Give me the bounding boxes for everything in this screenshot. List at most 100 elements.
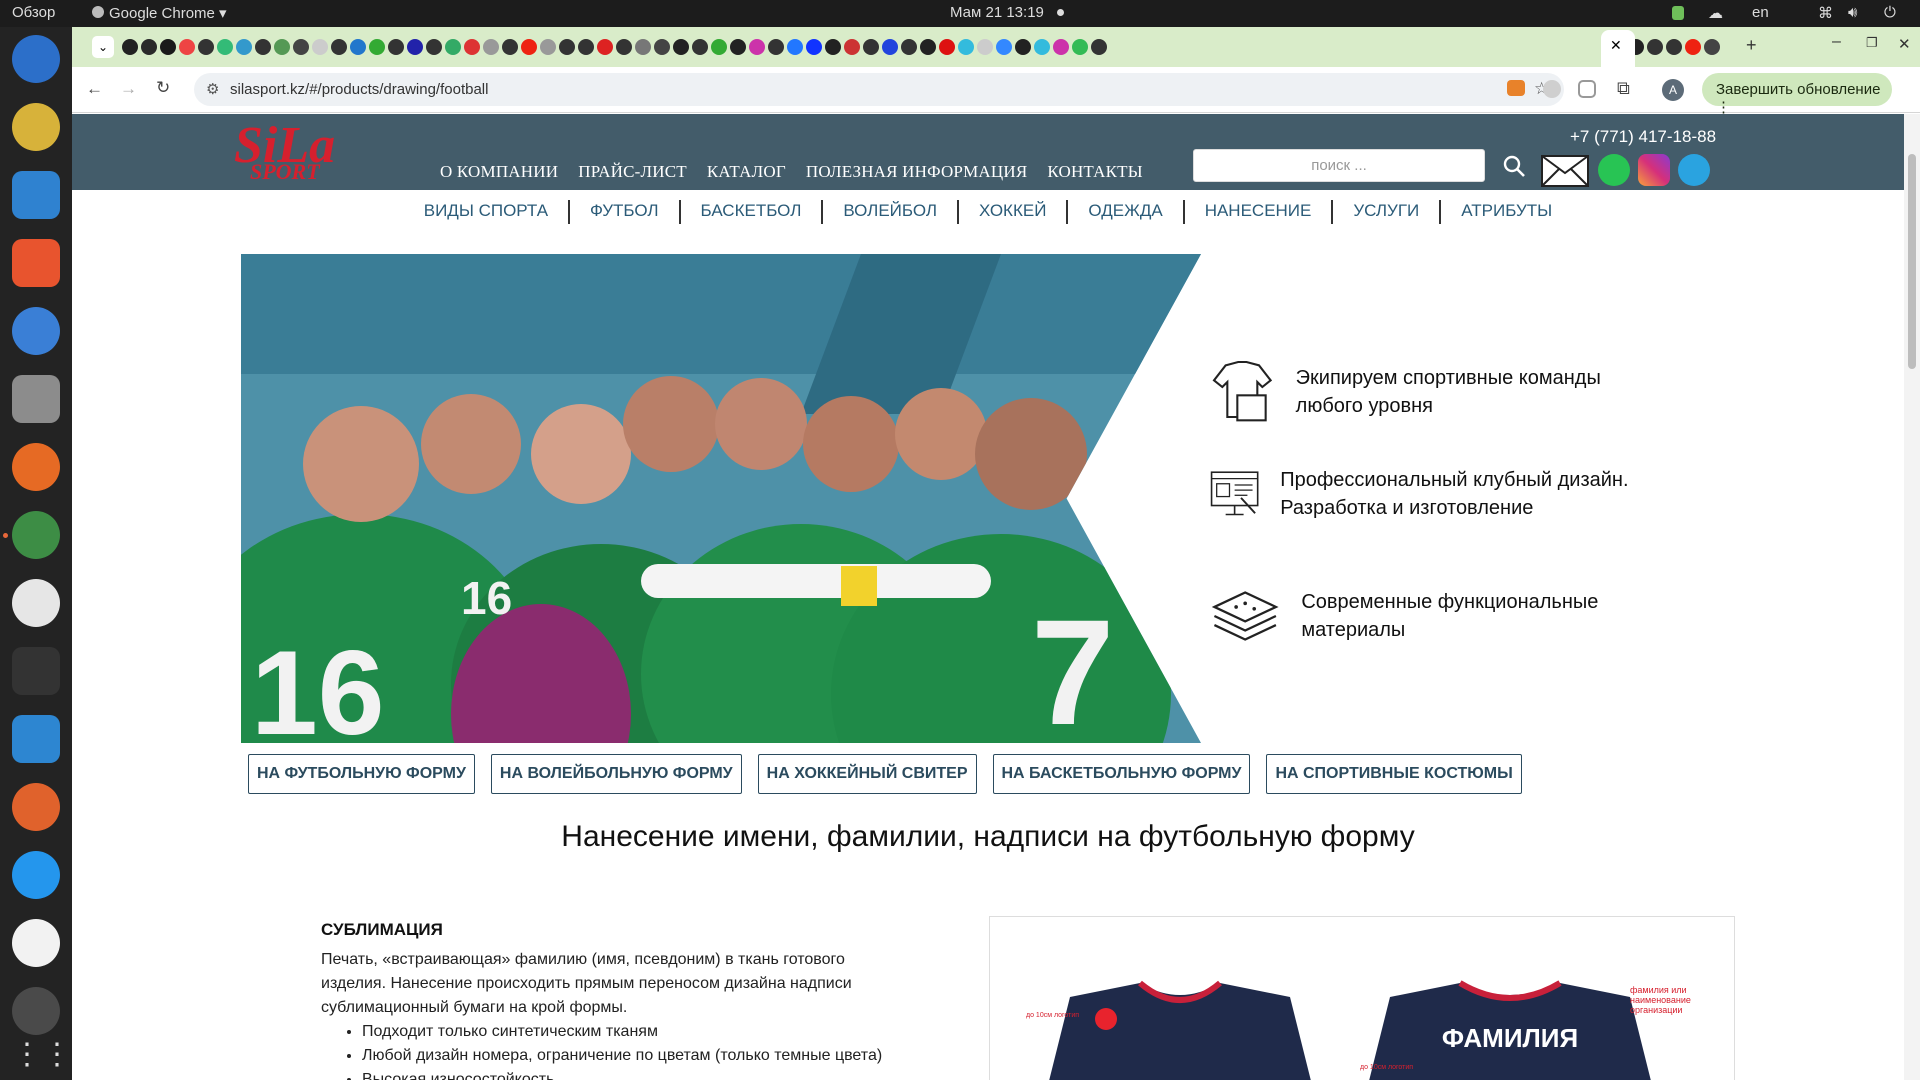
sport-nav-item[interactable]: ХОККЕЙ	[959, 201, 1066, 221]
active-app-menu[interactable]: Google Chrome ▾	[92, 4, 227, 22]
profile-avatar[interactable]: A	[1662, 79, 1684, 101]
pinned-tab-favicon-icon[interactable]	[1685, 39, 1701, 55]
nav-link[interactable]: О КОМПАНИИ	[440, 162, 558, 182]
firefox-icon[interactable]	[12, 443, 60, 491]
nav-link[interactable]: КОНТАКТЫ	[1047, 162, 1142, 182]
pinned-tab-favicon-icon[interactable]	[616, 39, 632, 55]
window-close-icon[interactable]: ✕	[1898, 35, 1911, 53]
pinned-tab-favicon-icon[interactable]	[1053, 39, 1069, 55]
pinned-tab-favicon-icon[interactable]	[711, 39, 727, 55]
nav-link[interactable]: КАТАЛОГ	[707, 162, 786, 182]
extensions-puzzle-icon[interactable]: ⧉	[1617, 78, 1630, 99]
nav-link[interactable]: ПОЛЕЗНАЯ ИНФОРМАЦИЯ	[806, 162, 1028, 182]
page-scrollbar[interactable]	[1904, 114, 1920, 1080]
close-tab-icon[interactable]: ✕	[1610, 37, 1622, 54]
tab-search-chevron-icon[interactable]: ⌄	[92, 36, 114, 58]
back-icon[interactable]: ←	[86, 79, 103, 99]
pinned-tab-favicon-icon[interactable]	[806, 39, 822, 55]
mongodb-compass-icon[interactable]	[12, 919, 60, 967]
pinned-tab-favicon-icon[interactable]	[464, 39, 480, 55]
network-icon[interactable]: ⌘	[1818, 4, 1833, 22]
pinned-tab-favicon-icon[interactable]	[198, 39, 214, 55]
pinned-tab-favicon-icon[interactable]	[882, 39, 898, 55]
pinned-tab-favicon-icon[interactable]	[958, 39, 974, 55]
pinned-tab-favicon-icon[interactable]	[749, 39, 765, 55]
pinned-tab-favicon-icon[interactable]	[578, 39, 594, 55]
pinned-tab-favicon-icon[interactable]	[768, 39, 784, 55]
metamask-icon[interactable]	[1507, 80, 1525, 96]
scroll-thumb[interactable]	[1908, 154, 1916, 369]
drawing-type-button[interactable]: НА СПОРТИВНЫЕ КОСТЮМЫ	[1266, 754, 1522, 794]
sport-nav-item[interactable]: ФУТБОЛ	[570, 201, 679, 221]
pinned-tab-favicon-icon[interactable]	[331, 39, 347, 55]
pinned-tab-favicon-icon[interactable]	[388, 39, 404, 55]
nav-link[interactable]: ПРАЙС-ЛИСТ	[578, 162, 687, 182]
pinned-tab-favicon-icon[interactable]	[730, 39, 746, 55]
help-icon[interactable]	[12, 307, 60, 355]
app-grid-icon[interactable]: ⋮⋮⋮	[12, 1037, 102, 1085]
pinned-tab-favicon-icon[interactable]	[863, 39, 879, 55]
weather-tray-icon[interactable]: ☁	[1708, 4, 1723, 22]
search-icon[interactable]	[1502, 154, 1526, 178]
drawing-type-button[interactable]: НА ФУТБОЛЬНУЮ ФОРМУ	[248, 754, 475, 794]
pinned-tab-favicon-icon[interactable]	[407, 39, 423, 55]
sport-nav-item[interactable]: ВИДЫ СПОРТА	[404, 201, 568, 221]
extension-icon[interactable]	[1543, 80, 1561, 98]
sport-nav-item[interactable]: НАНЕСЕНИЕ	[1185, 201, 1332, 221]
pinned-tab-favicon-icon[interactable]	[141, 39, 157, 55]
minimize-icon[interactable]: –	[1832, 33, 1841, 51]
new-tab-icon[interactable]: +	[1746, 35, 1757, 56]
android-studio-icon[interactable]	[12, 579, 60, 627]
pinned-tab-favicon-icon[interactable]	[939, 39, 955, 55]
pinned-tab-favicon-icon[interactable]	[787, 39, 803, 55]
pinned-tab-favicon-icon[interactable]	[825, 39, 841, 55]
site-logo[interactable]: SiLa SPORT	[234, 120, 335, 183]
reload-icon[interactable]: ↻	[156, 78, 170, 98]
pinned-tab-favicon-icon[interactable]	[673, 39, 689, 55]
pinned-tab-favicon-icon[interactable]	[1091, 39, 1107, 55]
update-button[interactable]: Завершить обновление ⋮	[1702, 73, 1892, 116]
pinned-tab-favicon-icon[interactable]	[654, 39, 670, 55]
pinned-tab-favicon-icon[interactable]	[217, 39, 233, 55]
volume-icon[interactable]: 🔊︎	[1848, 4, 1857, 21]
pinned-tab-favicon-icon[interactable]	[483, 39, 499, 55]
pinned-tab-favicon-icon[interactable]	[521, 39, 537, 55]
pinned-tab-favicon-icon[interactable]	[426, 39, 442, 55]
sport-nav-item[interactable]: БАСКЕТБОЛ	[681, 201, 822, 221]
pinned-tab-favicon-icon[interactable]	[1072, 39, 1088, 55]
drawing-type-button[interactable]: НА ВОЛЕЙБОЛЬНУЮ ФОРМУ	[490, 754, 742, 794]
pinned-tab-favicon-icon[interactable]	[977, 39, 993, 55]
sport-nav-item[interactable]: ОДЕЖДА	[1068, 201, 1182, 221]
phone-number[interactable]: +7 (771) 417-18-88	[1570, 127, 1716, 147]
power-icon[interactable]: ⏻	[1884, 4, 1896, 21]
files-icon[interactable]	[12, 375, 60, 423]
drawing-type-button[interactable]: НА ХОККЕЙНЫЙ СВИТЕР	[757, 754, 977, 794]
pinned-tab-favicon-icon[interactable]	[844, 39, 860, 55]
pinned-tab-favicon-icon[interactable]	[274, 39, 290, 55]
maximize-icon[interactable]: ❐	[1866, 35, 1878, 51]
pinned-tab-favicon-icon[interactable]	[122, 39, 138, 55]
shield-extension-icon[interactable]	[1578, 80, 1596, 98]
pinned-tab-favicon-icon[interactable]	[236, 39, 252, 55]
pinned-tab-favicon-icon[interactable]	[996, 39, 1012, 55]
disk-icon[interactable]	[12, 987, 60, 1035]
chrome-dock-icon[interactable]	[12, 511, 60, 559]
pinned-tab-favicon-icon[interactable]	[350, 39, 366, 55]
pinned-tab-favicon-icon[interactable]	[540, 39, 556, 55]
pinned-tab-favicon-icon[interactable]	[369, 39, 385, 55]
pinned-tab-favicon-icon[interactable]	[179, 39, 195, 55]
rhythmbox-icon[interactable]	[12, 103, 60, 151]
docker-icon[interactable]	[12, 851, 60, 899]
site-info-icon[interactable]: ⚙	[206, 80, 219, 98]
drawing-type-button[interactable]: НА БАСКЕТБОЛЬНУЮ ФОРМУ	[992, 754, 1251, 794]
pinned-tab-favicon-icon[interactable]	[597, 39, 613, 55]
pinned-tab-favicon-icon[interactable]	[1015, 39, 1031, 55]
instagram-icon[interactable]	[1638, 154, 1670, 186]
pinned-tab-favicon-icon[interactable]	[920, 39, 936, 55]
thunderbird-icon[interactable]	[12, 35, 60, 83]
search-input[interactable]: поиск ...	[1193, 149, 1485, 182]
overview-button[interactable]: Обзор	[12, 4, 55, 21]
pinned-tab-favicon-icon[interactable]	[559, 39, 575, 55]
pinned-tab-favicon-icon[interactable]	[502, 39, 518, 55]
forward-icon[interactable]: →	[120, 79, 137, 99]
